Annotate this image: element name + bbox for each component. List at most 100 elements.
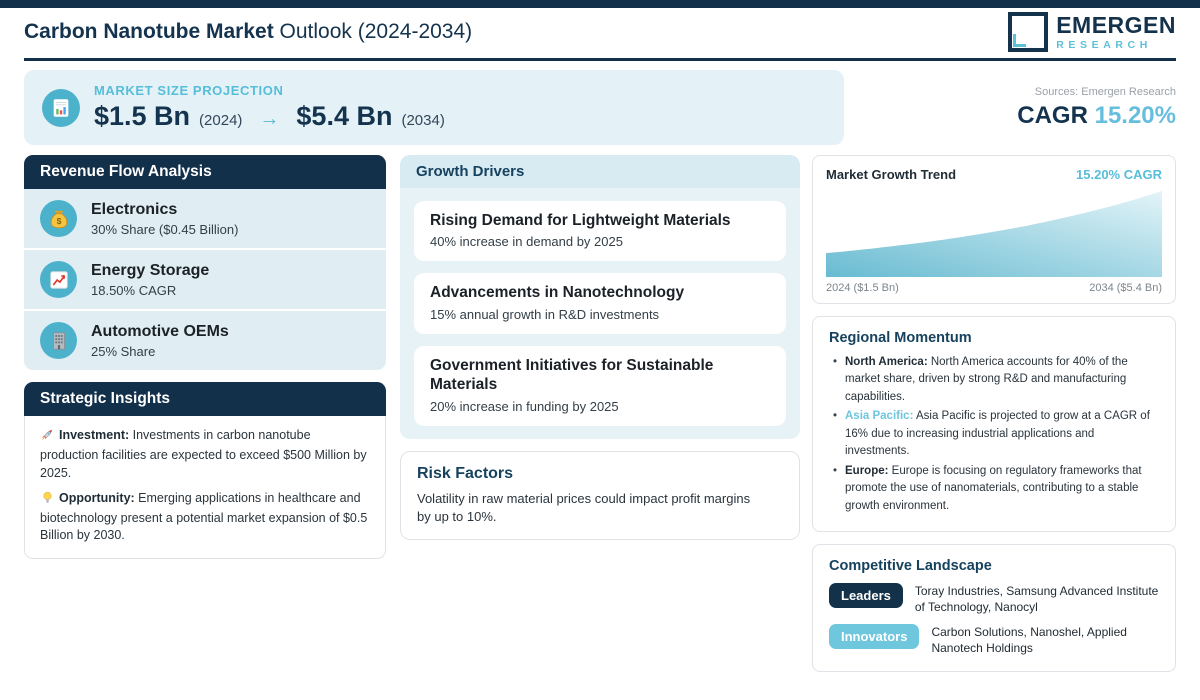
bulb-icon-svg <box>43 491 52 503</box>
sources-cagr-block: Sources: Emergen Research CAGR 15.20% <box>1017 86 1176 130</box>
building-icon-svg <box>52 331 65 350</box>
strategic-insights-header: Strategic Insights <box>24 382 386 416</box>
revenue-flow-header: Revenue Flow Analysis <box>24 155 386 189</box>
risk-factors-text: Volatility in raw material prices could … <box>417 490 751 524</box>
emergen-logo-corner <box>1013 34 1027 47</box>
strategic-item-opportunity: Opportunity: Emerging applications in he… <box>40 490 370 545</box>
competitive-landscape-card: Competitive Landscape Leaders Toray Indu… <box>812 544 1176 672</box>
right-column: Market Growth Trend 15.20% CAGR 2024 ($1… <box>812 155 1176 672</box>
growth-drivers-panel: Growth Drivers Rising Demand for Lightwe… <box>400 155 800 439</box>
growth-card-subtitle: 15% annual growth in R&D investments <box>430 306 660 322</box>
strategic-item-label: Opportunity: <box>59 490 135 505</box>
sources-text: Sources: Emergen Research <box>1034 86 1176 98</box>
revenue-row-title: Automotive OEMs <box>91 322 229 340</box>
growth-drivers-header: Growth Drivers <box>400 155 800 188</box>
growth-card-subtitle: 40% increase in demand by 2025 <box>430 234 623 250</box>
top-accent-bar <box>0 0 1200 8</box>
emergen-logo-mark <box>1008 12 1049 52</box>
logo-name: EMERGEN <box>1056 11 1176 38</box>
money-bag-icon-svg: $ <box>50 210 67 228</box>
growth-card: Government Initiatives for Sustainable M… <box>414 345 786 426</box>
regional-bullet-label: Europe: <box>845 464 889 477</box>
svg-text:$: $ <box>56 216 61 226</box>
trend-axis-labels: 2024 ($1.5 Bn) 2034 ($5.4 Bn) <box>826 282 1162 294</box>
regional-momentum-title: Regional Momentum <box>829 330 972 346</box>
bar-chart-icon-svg <box>53 98 69 117</box>
trend-area-chart <box>826 191 1162 277</box>
innovators-companies: Carbon Solutions, Nanoshel, Applied Nano… <box>931 625 1127 655</box>
revenue-row-energy-storage: Energy Storage 18.50% CAGR <box>24 250 386 311</box>
regional-bullet-label: North America: <box>845 356 928 368</box>
strategic-item-label: Investment: <box>59 428 130 442</box>
projection-start-year: (2024) <box>199 112 243 129</box>
infographic-page: Carbon Nanotube Market Outlook (2024-203… <box>0 0 1200 700</box>
market-size-projection-strip: MARKET SIZE PROJECTION $1.5 Bn (2024) → … <box>24 70 844 145</box>
growth-card-title: Advancements in Nanotechnology <box>430 284 685 302</box>
growth-card-title: Rising Demand for Lightweight Materials <box>430 212 731 229</box>
emergen-logo-text: EMERGEN RESEARCH <box>1056 11 1176 51</box>
projection-end-value: $5.4 Bn <box>296 101 393 131</box>
revenue-row-subtitle: 18.50% CAGR <box>91 282 177 298</box>
trend-title: Market Growth Trend <box>826 167 957 182</box>
projection-values: $1.5 Bn (2024) → $5.4 Bn (2034) <box>94 101 445 132</box>
risk-factors-title: Risk Factors <box>417 464 514 482</box>
market-growth-trend-card: Market Growth Trend 15.20% CAGR 2024 ($1… <box>812 155 1176 304</box>
cagr-line: CAGR 15.20% <box>1017 102 1176 130</box>
trend-area-path <box>826 191 1162 277</box>
rocket-icon-svg <box>42 429 53 440</box>
cagr-label: CAGR <box>1017 102 1095 129</box>
competitive-landscape-title: Competitive Landscape <box>829 558 992 575</box>
growth-card: Rising Demand for Lightweight Materials … <box>414 201 786 262</box>
revenue-row-subtitle: 25% Share <box>91 343 156 359</box>
trend-label-end: 2034 ($5.4 Bn) <box>1089 282 1162 294</box>
strategic-insights-body: Investment: Investments in carbon nanotu… <box>24 416 386 559</box>
bar-chart-icon <box>42 88 80 127</box>
bulb-icon <box>40 490 55 510</box>
regional-momentum-card: Regional Momentum North America: North A… <box>812 316 1176 533</box>
leaders-badge: Leaders <box>829 583 903 609</box>
money-bag-icon: $ <box>40 200 77 237</box>
chart-up-icon <box>40 261 77 298</box>
cagr-value: 15.20% <box>1094 102 1176 129</box>
projection-text-block: MARKET SIZE PROJECTION $1.5 Bn (2024) → … <box>94 83 445 132</box>
revenue-row-subtitle: 30% Share ($0.45 Billion) <box>91 221 239 237</box>
emergen-logo: EMERGEN RESEARCH <box>1008 12 1176 52</box>
revenue-row-title: Electronics <box>91 200 178 218</box>
building-icon <box>40 322 77 359</box>
projection-start-value: $1.5 Bn <box>94 101 191 131</box>
growth-card-subtitle: 20% increase in funding by 2025 <box>430 398 619 414</box>
revenue-row-text: Electronics 30% Share ($0.45 Billion) <box>91 201 238 237</box>
regional-bullet-label: Asia Pacific: <box>845 410 914 423</box>
header-divider <box>24 58 1176 61</box>
rocket-icon <box>40 427 55 447</box>
chart-up-icon-svg <box>49 270 68 289</box>
revenue-row-electronics: $ Electronics 30% Share ($0.45 Billion) <box>24 189 386 250</box>
left-column: Revenue Flow Analysis $ Electronics 30% … <box>24 155 386 559</box>
growth-card-title: Government Initiatives for Sustainable M… <box>430 356 714 394</box>
growth-card: Advancements in Nanotechnology 15% annua… <box>414 273 786 334</box>
regional-bullet-text: Europe is focusing on regulatory framewo… <box>845 464 1142 512</box>
page-title: Carbon Nanotube Market Outlook (2024-203… <box>24 20 472 44</box>
competitive-row-innovators: Innovators Carbon Solutions, Nanoshel, A… <box>829 624 1159 656</box>
innovators-badge: Innovators <box>829 624 920 650</box>
projection-end-year: (2034) <box>401 112 445 129</box>
strategic-item-investment: Investment: Investments in carbon nanotu… <box>40 427 370 482</box>
revenue-row-title: Energy Storage <box>91 261 210 279</box>
trend-card-header: Market Growth Trend 15.20% CAGR <box>826 167 1162 182</box>
regional-bullet-europe: Europe: Europe is focusing on regulatory… <box>829 463 1159 515</box>
arrow-right-icon: → <box>259 108 280 130</box>
regional-bullet-asia-pacific: Asia Pacific: Asia Pacific is projected … <box>829 408 1159 460</box>
projection-label: MARKET SIZE PROJECTION <box>94 83 284 98</box>
risk-factors-card: Risk Factors Volatility in raw material … <box>400 450 800 540</box>
regional-bullet-north-america: North America: North America accounts fo… <box>829 354 1159 406</box>
growth-drivers-body: Rising Demand for Lightweight Materials … <box>400 188 800 439</box>
revenue-row-text: Automotive OEMs 25% Share <box>91 323 229 359</box>
middle-column: Growth Drivers Rising Demand for Lightwe… <box>400 155 800 540</box>
strategic-insights-panel: Strategic Insights Investment: Investmen… <box>24 382 386 559</box>
leaders-companies: Toray Industries, Samsung Advanced Insti… <box>914 584 1159 614</box>
page-title-bold: Carbon Nanotube Market <box>24 20 274 43</box>
logo-subname: RESEARCH <box>1056 38 1152 51</box>
revenue-row-automotive: Automotive OEMs 25% Share <box>24 311 386 370</box>
page-title-rest: Outlook (2024-2034) <box>273 20 473 43</box>
revenue-row-text: Energy Storage 18.50% CAGR <box>91 262 209 298</box>
